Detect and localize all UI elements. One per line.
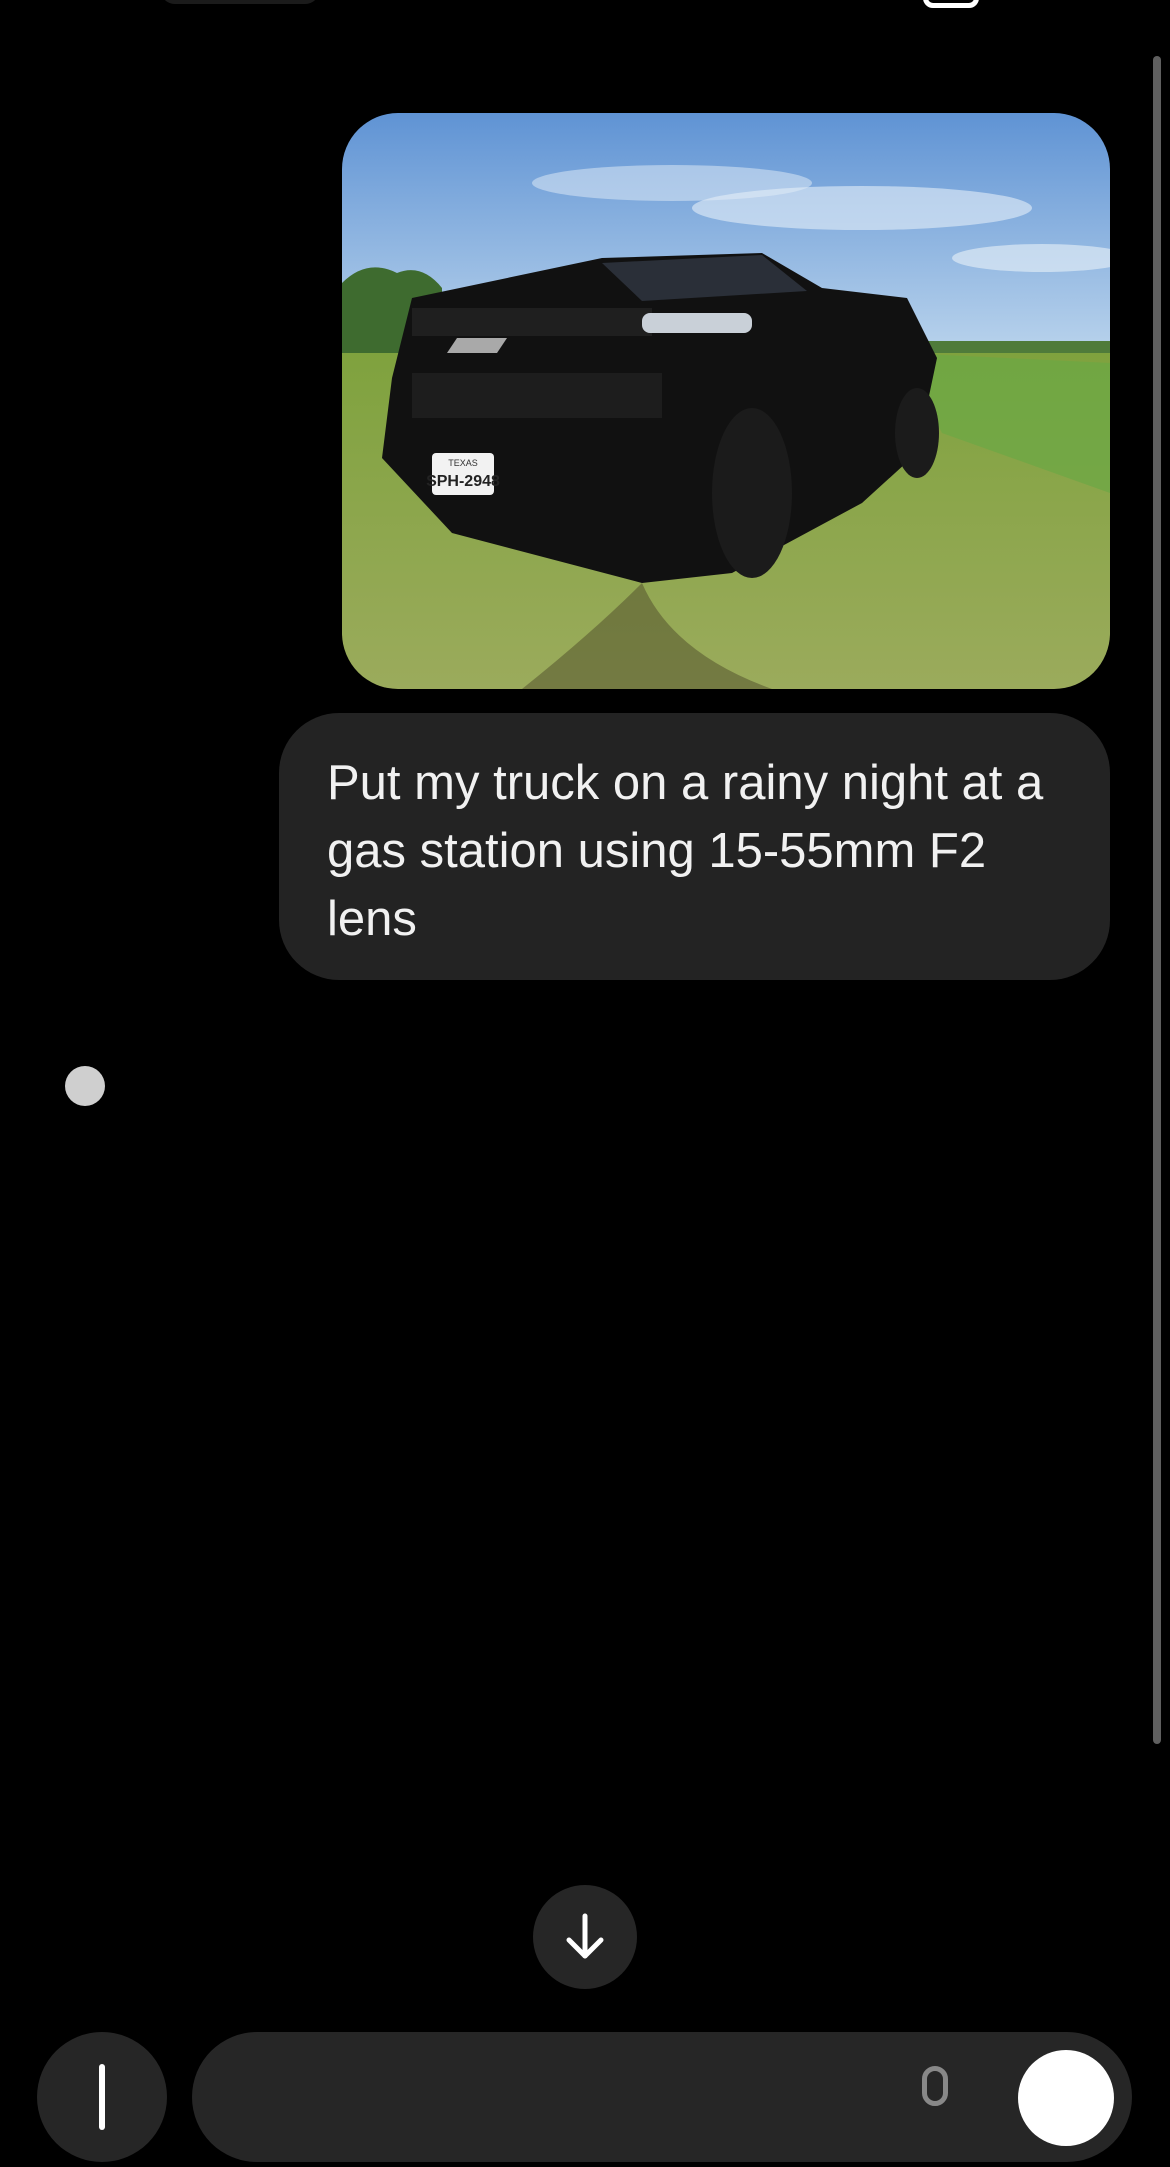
message-input[interactable] <box>232 2052 836 2114</box>
microphone-icon[interactable] <box>922 2066 948 2106</box>
license-plate-number: SPH-2948 <box>426 473 500 490</box>
battery-icon <box>923 0 979 8</box>
license-plate-state: TEXAS <box>448 458 478 468</box>
arrow-down-icon <box>566 1913 604 1959</box>
scroll-to-bottom-button[interactable] <box>533 1885 637 1989</box>
send-button[interactable] <box>1018 2050 1114 2146</box>
scrollbar[interactable] <box>1153 56 1161 1744</box>
attach-button[interactable] <box>37 2032 167 2162</box>
user-message-text: Put my truck on a rainy night at a gas s… <box>327 756 1044 946</box>
status-bar-time-fragment <box>160 0 320 4</box>
message-input-bar[interactable] <box>192 2032 1132 2162</box>
truck-photo: TEXAS SPH-2948 <box>342 113 1110 689</box>
plus-icon <box>99 2064 105 2130</box>
user-image-attachment[interactable]: TEXAS SPH-2948 <box>342 113 1110 689</box>
user-message-bubble: Put my truck on a rainy night at a gas s… <box>279 713 1110 980</box>
assistant-typing-indicator <box>65 1066 105 1106</box>
